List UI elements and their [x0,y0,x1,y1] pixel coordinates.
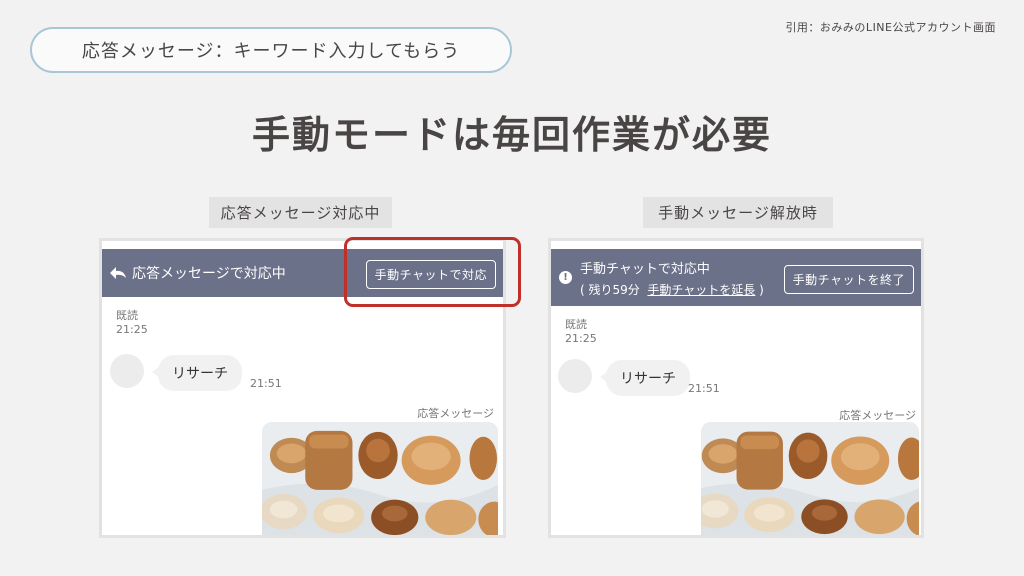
extend-manual-chat-link[interactable]: 手動チャットを延長 [647,283,755,297]
highlight-frame [344,237,521,307]
user-message-bubble: リサーチ [152,355,242,391]
chat-header-bar: ! 手動チャットで対応中 ( 残り59分 手動チャットを延長 ) 手動チャットを… [551,249,921,306]
read-label: 既読 [116,309,138,322]
caption-right: 手動メッセージ解放時 [643,197,833,228]
section-pill-label: 応答メッセージ：キーワード入力してもらう [81,41,461,62]
screenshot-manual-chat-mode: ! 手動チャットで対応中 ( 残り59分 手動チャットを延長 ) 手動チャットを… [548,238,924,538]
read-time: 21:25 [565,332,597,345]
read-receipt: 既読 21:25 [116,309,148,337]
exclamation-circle-icon: ! [559,271,572,284]
chat-mode-status: 応答メッセージで対応中 [132,266,286,282]
user-avatar[interactable] [558,359,592,393]
reply-arrow-icon[interactable] [108,265,128,281]
remaining-time-line: ( 残り59分 手動チャットを延長 ) [580,281,764,298]
bread-photo-message[interactable] [701,422,919,535]
message-time: 21:51 [688,382,720,395]
caption-left: 応答メッセージ対応中 [209,197,392,228]
message-time: 21:51 [250,377,282,390]
read-receipt: 既読 21:25 [565,318,597,346]
end-manual-chat-button[interactable]: 手動チャットを終了 [783,265,914,294]
chat-mode-status: 手動チャットで対応中 [580,261,710,277]
remaining-time-close: ) [759,282,764,297]
auto-reply-label: 応答メッセージ [839,409,916,422]
read-label: 既読 [565,318,587,331]
user-avatar[interactable] [110,354,144,388]
citation-text: 引用：おみみのLINE公式アカウント画面 [785,21,996,34]
user-message-bubble: リサーチ [600,360,690,396]
auto-reply-label: 応答メッセージ [417,407,494,420]
headline: 手動モードは毎回作業が必要 [251,113,772,157]
remaining-time: ( 残り59分 [580,282,640,297]
read-time: 21:25 [116,323,148,336]
section-pill: 応答メッセージ：キーワード入力してもらう [30,27,512,73]
bread-photo-message[interactable] [262,422,498,535]
